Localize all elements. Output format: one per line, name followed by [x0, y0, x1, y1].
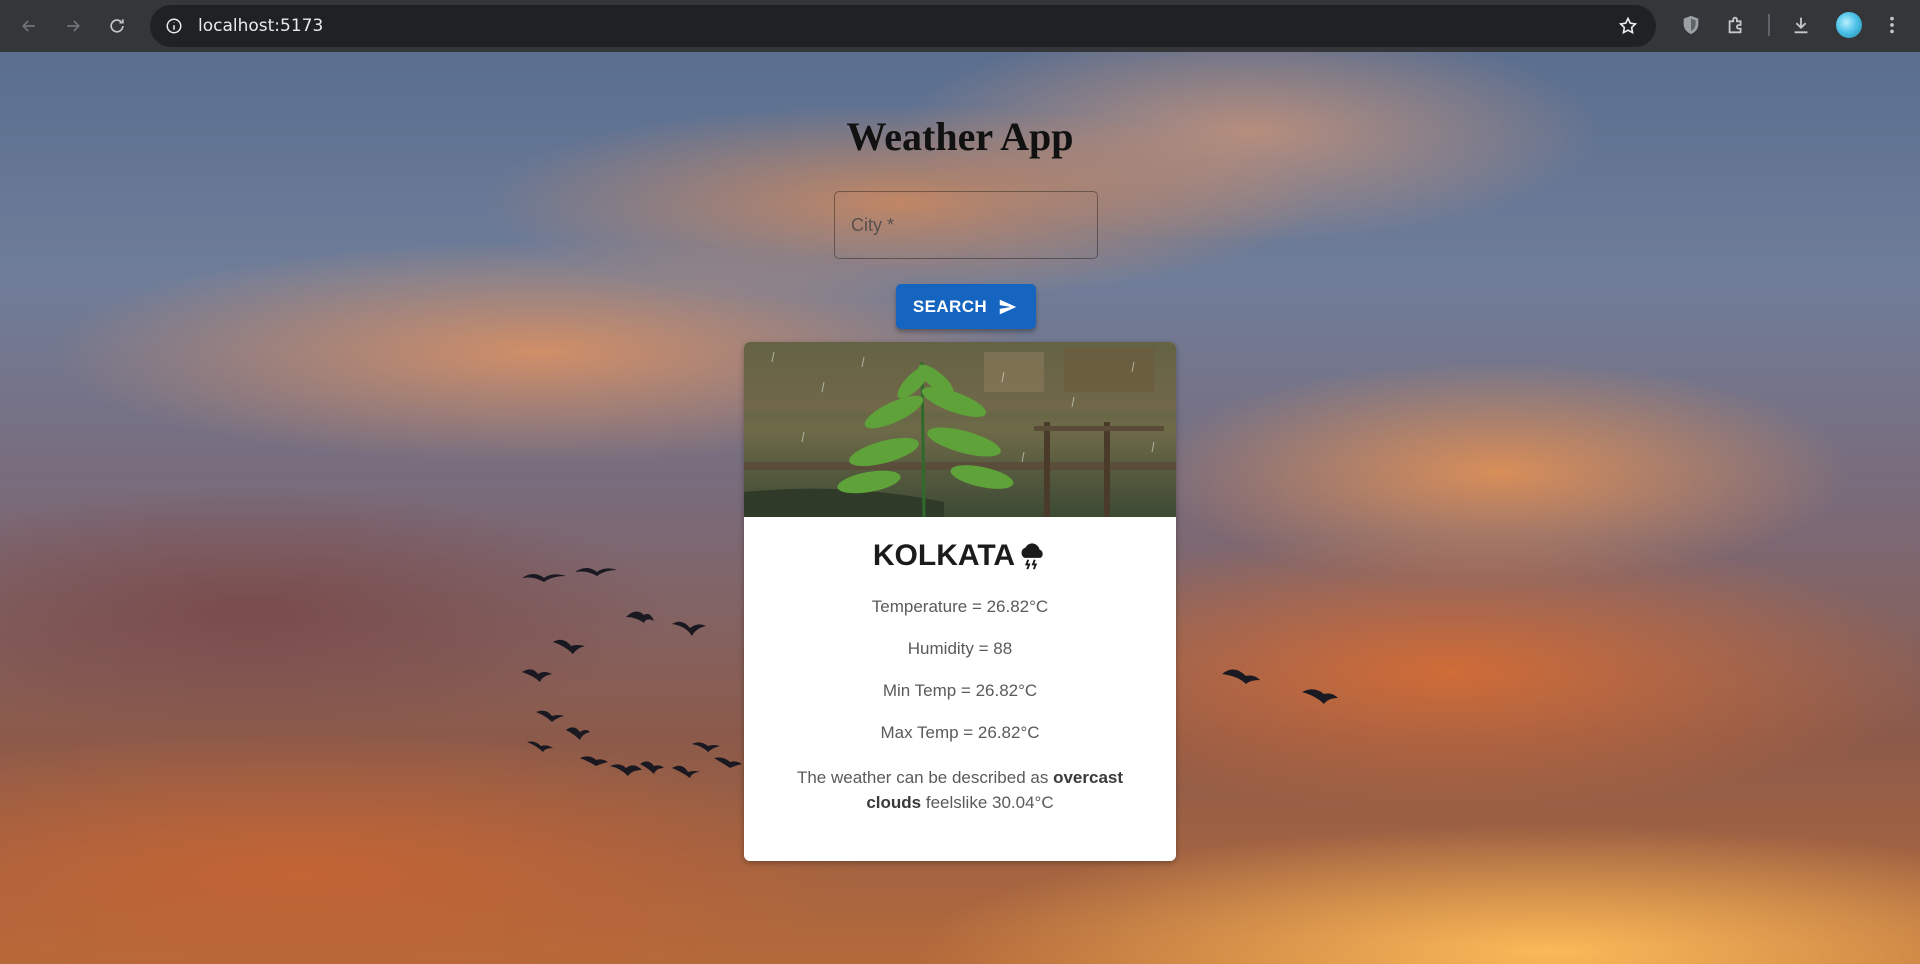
max-temp-text: Max Temp = 26.82°C: [880, 723, 1040, 742]
description-feelslike: feelslike 30.04°C: [925, 793, 1054, 812]
temperature-text: Temperature = 26.82°C: [871, 597, 1049, 616]
menu-icon[interactable]: [1880, 13, 1904, 37]
back-icon[interactable]: [12, 9, 46, 43]
profile-avatar[interactable]: [1836, 12, 1862, 38]
send-icon: [999, 299, 1017, 314]
reload-icon[interactable]: [100, 9, 134, 43]
humidity-text: Humidity = 88: [907, 639, 1013, 658]
description-prefix: The weather can be described as: [796, 768, 1049, 787]
url-text[interactable]: localhost:5173: [198, 16, 323, 36]
min-temp-text: Min Temp = 26.82°C: [882, 681, 1038, 700]
city-name-text: KOLKATA: [872, 539, 1016, 572]
star-icon[interactable]: [1618, 16, 1638, 36]
search-button[interactable]: SEARCH: [896, 284, 1036, 329]
toolbar-divider: [1768, 14, 1770, 36]
thunderstorm-cloud-icon: [1021, 543, 1043, 570]
extensions-icon[interactable]: [1724, 13, 1748, 37]
shield-extension-icon[interactable]: [1679, 13, 1703, 37]
browser-toolbar: localhost:5173: [0, 0, 1920, 52]
forward-icon[interactable]: [56, 9, 90, 43]
site-info-icon[interactable]: [164, 16, 184, 36]
search-button-label: SEARCH: [912, 296, 988, 316]
app-title: Weather App: [846, 114, 1074, 159]
city-field[interactable]: [834, 191, 1098, 259]
weather-description: The weather can be described as overcast…: [784, 765, 1136, 815]
city-input[interactable]: [835, 192, 1097, 258]
city-name: KOLKATA: [744, 539, 1176, 573]
download-icon[interactable]: [1789, 13, 1813, 37]
card-rain-plant-image: [744, 342, 1176, 517]
weather-card: KOLKATA Temperature = 26.82°C Humidity =…: [744, 342, 1176, 861]
address-bar[interactable]: localhost:5173: [150, 5, 1656, 47]
